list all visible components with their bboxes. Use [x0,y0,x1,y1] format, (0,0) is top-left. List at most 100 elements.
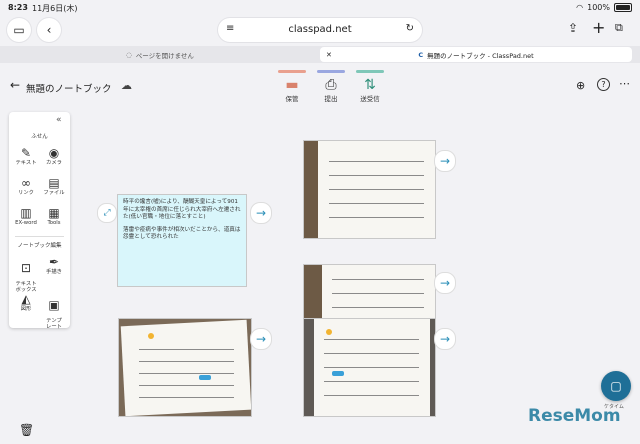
connect-arrow-icon[interactable]: → [250,202,272,224]
worksheet-line [329,203,424,204]
palette-template[interactable]: ▣ テンプ レート [40,292,68,336]
palette-exword[interactable]: ▥ EX-word [12,206,40,226]
palette-tools[interactable]: ▦ Tools [40,206,68,226]
close-icon[interactable]: ✕ [326,51,332,59]
cloud-sync-icon[interactable]: ☁ [121,79,132,92]
connect-arrow-icon[interactable]: → [434,150,456,172]
toolbar-save[interactable]: ▬ 保管 [272,70,312,103]
worksheet-line [324,353,419,354]
palette-text[interactable]: ✎ テキスト [12,146,40,166]
palette-camera-label: カメラ [46,160,62,166]
palette-exword-label: EX-word [15,220,37,226]
date: 11月6日(木) [32,4,78,13]
note-paragraph-1: 時平の讒言(嘘)により、醍醐天皇によって901年に太宰権の首席に任じられ大宰府へ… [123,199,241,220]
textbox-icon: ⊡ [20,261,32,275]
palette-shapes[interactable]: ◭ 図形 [12,292,40,312]
worksheet-image [120,319,251,416]
section-notebook-edit: ノートブック編集 [17,243,62,249]
worksheet-line [329,175,424,176]
photo-sticky-note[interactable] [118,318,252,417]
submit-color-bar [317,70,345,73]
worksheet-line [329,217,424,218]
toolbar-submit-label: 提出 [324,95,338,103]
new-sticky-button[interactable]: ▢ [601,371,631,401]
note-paragraph-2: 落雷や疫病や事件が相次いだことから、道真は怨霊として恐れられた [123,226,241,241]
notebook-title[interactable]: 無題のノートブック [26,81,112,95]
sticky-palette: « ふせん ✎ テキスト ◉ カメラ ∞ リンク ▤ ファイル ▥ EX-wor… [9,112,70,330]
link-icon: ∞ [21,176,31,190]
camera-icon: ◉ [48,146,60,160]
worksheet-line [324,395,419,396]
toolbar-submit[interactable]: ⎙ 提出 [311,70,351,103]
dictionary-icon: ▥ [20,206,32,220]
connect-arrow-icon[interactable]: → [434,328,456,350]
photo-sticky-note[interactable] [303,140,436,239]
palette-tools-label: Tools [47,220,61,226]
page-icon: ◌ [126,50,132,59]
more-icon[interactable]: ⋯ [619,77,630,90]
submit-tray-icon: ⎙ [325,77,337,93]
worksheet-line [329,189,424,190]
worksheet-line [324,339,419,340]
classpad-favicon-icon: C [418,50,424,59]
share-icon[interactable]: ⇪ [568,21,578,35]
marker-pin [326,329,332,335]
worksheet-line [139,385,234,386]
resemom-watermark: ReseMom [528,406,621,426]
worksheet-line [324,367,419,368]
file-icon: ▤ [48,176,60,190]
palette-text-label: テキスト [15,160,37,166]
connect-arrow-icon[interactable]: → [250,328,272,350]
worksheet-line [324,381,419,382]
palette-file[interactable]: ▤ ファイル [40,176,68,196]
worksheet-line [332,293,424,294]
toolbar-send-receive[interactable]: ⇅ 送受信 [350,70,390,103]
send-receive-icon: ⇅ [364,77,376,93]
zoom-icon[interactable]: ⊕ [576,79,585,92]
worksheet-line [139,361,234,362]
palette-file-label: ファイル [43,190,65,196]
wifi-icon: ◠ [576,3,584,12]
expand-icon[interactable]: ⤢ [97,203,117,223]
help-icon[interactable]: ? [597,78,610,91]
new-tab-icon[interactable]: + [592,18,605,37]
back-arrow-icon[interactable]: ← [10,78,20,92]
battery-percent: 100% [587,3,610,12]
sticky-add-icon: ▢ [610,379,622,393]
worksheet-line [139,373,234,374]
palette-link[interactable]: ∞ リンク [12,176,40,196]
tabs-overview-icon[interactable]: ⧉ [615,21,623,35]
marker-tag [332,371,344,376]
text-sticky-note[interactable]: 時平の讒言(嘘)により、醍醐天皇によって901年に太宰権の首席に任じられ大宰府へ… [117,194,247,287]
text-note-icon: ✎ [20,146,32,160]
back-icon[interactable]: ‹ [37,18,61,42]
save-color-bar [278,70,306,73]
send-receive-color-bar [356,70,384,73]
pen-icon: ✒ [48,255,60,269]
marker-tag [199,375,211,380]
worksheet-image [322,265,435,319]
tab-error-page[interactable]: ◌ ページを開けません [10,47,310,62]
collapse-icon[interactable]: « [56,115,62,125]
address-bar[interactable]: ≡ classpad.net ↻ [218,18,422,42]
sidebar-toggle-icon[interactable]: ▭ [7,18,31,42]
palette-shapes-label: 図形 [20,306,32,312]
template-icon: ▣ [48,298,60,312]
trash-icon[interactable]: 🗑 [19,423,34,437]
palette-handwrite-label: 手描き [46,269,62,275]
tab-label: ページを開けません [135,51,194,60]
photo-sticky-note[interactable] [303,318,436,417]
palette-handwrite[interactable]: ✒ 手描き [40,255,68,275]
worksheet-line [329,161,424,162]
clock: 8:23 [8,3,28,12]
tab-classpad[interactable]: ✕ C 無題のノートブック - ClassPad.net [320,47,632,62]
reload-icon[interactable]: ↻ [406,23,414,34]
tools-icon: ▦ [48,206,60,220]
tab-strip: ◌ ページを開けません ✕ C 無題のノートブック - ClassPad.net [0,46,640,63]
marker-pin [148,333,154,339]
address-text: classpad.net [288,24,352,35]
photo-sticky-note[interactable] [303,264,436,320]
palette-camera[interactable]: ◉ カメラ [40,146,68,166]
battery-icon [614,3,632,12]
connect-arrow-icon[interactable]: → [434,272,456,294]
